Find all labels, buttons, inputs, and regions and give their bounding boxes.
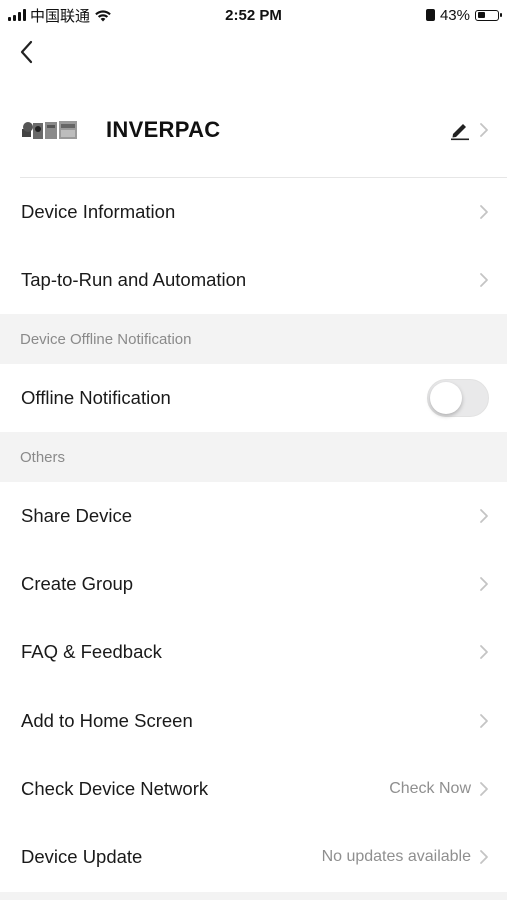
chevron-right-icon — [480, 577, 488, 591]
orientation-lock-icon — [425, 9, 435, 21]
toggle-knob — [430, 382, 462, 414]
back-button[interactable] — [14, 38, 38, 66]
row-label: FAQ & Feedback — [21, 641, 162, 662]
signal-icon — [8, 9, 26, 21]
row-label: Create Group — [21, 573, 134, 594]
device-information-row[interactable]: Device Information — [0, 178, 507, 246]
share-device-row[interactable]: Share Device — [0, 482, 507, 550]
row-label: Share Device — [21, 505, 133, 526]
pencil-icon — [451, 124, 469, 141]
battery-icon — [475, 9, 502, 21]
section-header-others: Others — [0, 432, 507, 482]
row-label: Check Device Network — [21, 778, 209, 799]
chevron-right-icon — [480, 123, 488, 137]
row-label: Add to Home Screen — [21, 710, 193, 731]
chevron-right-icon — [480, 850, 488, 864]
carrier-label: 中国联通 — [30, 7, 91, 25]
chevron-right-icon — [480, 205, 488, 219]
bottom-divider — [0, 892, 507, 900]
offline-notification-toggle[interactable] — [427, 379, 489, 417]
chevron-right-icon — [480, 509, 488, 523]
add-to-home-screen-row[interactable]: Add to Home Screen — [0, 687, 507, 755]
chevron-right-icon — [480, 782, 488, 796]
device-header[interactable]: INVERPAC — [0, 95, 507, 165]
chevron-right-icon — [480, 273, 488, 287]
tap-to-run-automation-row[interactable]: Tap-to-Run and Automation — [0, 246, 507, 314]
battery-percent: 43% — [439, 6, 470, 24]
status-right: 43% — [425, 6, 507, 24]
device-name: INVERPAC — [106, 117, 221, 142]
status-left: 中国联通 — [0, 5, 112, 26]
section-header-offline: Device Offline Notification — [0, 314, 507, 364]
section-label: Others — [20, 448, 66, 466]
offline-notification-row: Offline Notification — [0, 364, 507, 432]
device-update-row[interactable]: Device Update No updates available — [0, 823, 507, 891]
row-label: Device Information — [21, 201, 176, 222]
device-thumbnail-icon — [22, 121, 77, 139]
edit-device-name-button[interactable] — [449, 119, 489, 141]
check-device-network-row[interactable]: Check Device Network Check Now — [0, 755, 507, 823]
section-label: Device Offline Notification — [20, 330, 192, 348]
faq-feedback-row[interactable]: FAQ & Feedback — [0, 618, 507, 686]
row-label: Offline Notification — [21, 387, 171, 408]
wifi-icon — [95, 9, 111, 21]
create-group-row[interactable]: Create Group — [0, 550, 507, 618]
update-status-value: No updates available — [321, 848, 471, 865]
chevron-right-icon — [480, 645, 488, 659]
check-now-value: Check Now — [389, 780, 471, 797]
row-label: Device Update — [21, 846, 143, 867]
chevron-left-icon — [20, 40, 33, 64]
chevron-right-icon — [480, 714, 488, 728]
row-label: Tap-to-Run and Automation — [21, 269, 247, 290]
battery-level-fill — [477, 12, 486, 18]
status-bar: 中国联通 2:52 PM 43% — [0, 0, 507, 30]
